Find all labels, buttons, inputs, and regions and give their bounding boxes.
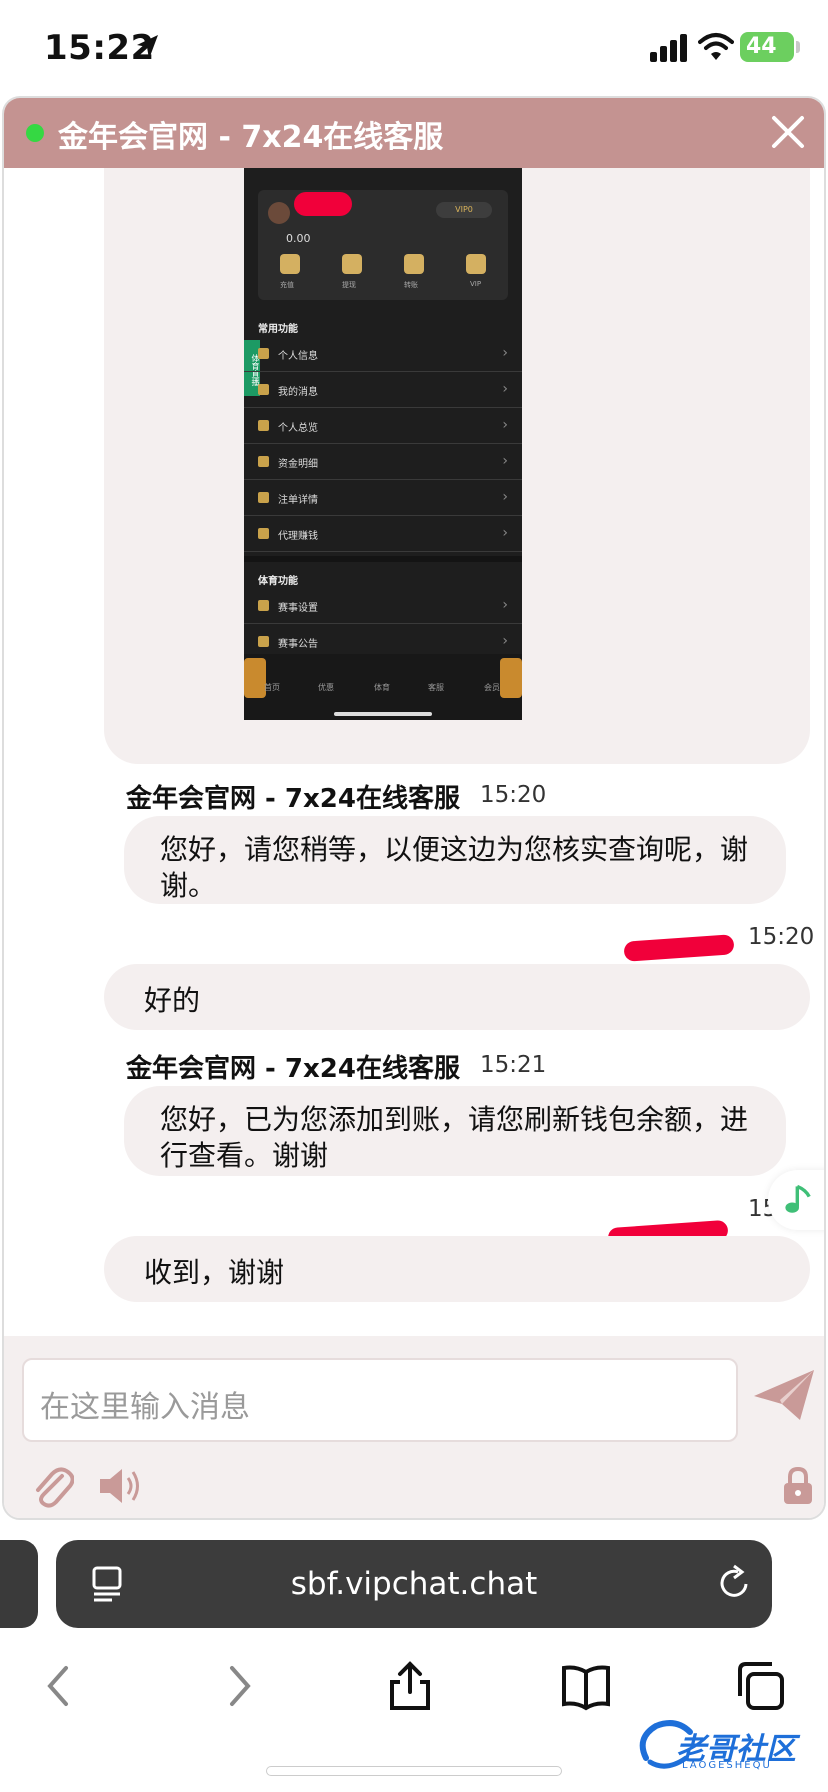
input-placeholder: 在这里输入消息: [40, 1390, 250, 1425]
message-time: 15:21: [480, 1052, 547, 1078]
user-message-bubble: 好的: [104, 964, 810, 1030]
avatar: [268, 202, 290, 224]
close-icon[interactable]: [768, 112, 808, 152]
section-title: 常用功能: [258, 324, 298, 335]
message-input[interactable]: 在这里输入消息: [22, 1358, 738, 1442]
status-bar: 15:22 44: [0, 0, 828, 96]
agent-message-bubble: 您好，请您稍等，以便这边为您核实查询呢，谢谢。: [124, 816, 786, 904]
action-label: 充值: [280, 281, 294, 289]
url-text: sbf.vipchat.chat: [290, 1566, 538, 1602]
redaction-mark: [623, 934, 735, 962]
back-icon[interactable]: [34, 1660, 86, 1712]
home-indicator: [266, 1766, 562, 1776]
account-card: VIP0 0.00 充值 提现 转账 VIP: [258, 190, 508, 300]
browser-toolbar: sbf.vipchat.chat 老哥社区 LAOGESHEQU: [0, 1522, 828, 1792]
tab-label: 体育: [374, 683, 390, 692]
agent-name: 金年会官网 - 7x24在线客服: [126, 784, 460, 814]
agent-message-bubble: 您好，已为您添加到账，请您刷新钱包余额，进行查看。谢谢: [124, 1086, 786, 1176]
action-label: 提现: [342, 281, 356, 289]
online-status-dot: [26, 124, 44, 142]
agent-name: 金年会官网 - 7x24在线客服: [126, 1054, 460, 1084]
message-composer: 在这里输入消息: [4, 1336, 824, 1518]
battery-level: 44: [746, 34, 777, 59]
redaction-mark: [294, 192, 352, 216]
divider: [244, 556, 522, 562]
menu-row: 赛事设置 ›: [244, 588, 522, 624]
deposit-icon: [280, 254, 300, 274]
share-icon[interactable]: [384, 1660, 436, 1712]
chat-window: 金年会官网 - 7x24在线客服 VIP0 0.00 充值 提现 转账 VIP …: [2, 96, 826, 1520]
attachment-icon[interactable]: [30, 1464, 74, 1508]
address-bar[interactable]: sbf.vipchat.chat: [56, 1540, 772, 1628]
bookmarks-icon[interactable]: [560, 1660, 612, 1712]
menu-row: 我的消息 ›: [244, 372, 522, 408]
tab-label: 优惠: [318, 683, 334, 692]
watermark-logo: 老哥社区 LAOGESHEQU: [636, 1718, 816, 1774]
tab-label: 会员: [484, 683, 500, 692]
menu-row: 代理赚钱 ›: [244, 516, 522, 552]
message-time: 15:20: [748, 924, 815, 950]
tabs-icon[interactable]: [734, 1660, 786, 1712]
reload-icon[interactable]: [716, 1564, 752, 1602]
forward-icon[interactable]: [212, 1660, 264, 1712]
image-message-bubble: VIP0 0.00 充值 提现 转账 VIP 体育直播 常用功能 个人信息 › 我…: [104, 168, 810, 764]
send-icon[interactable]: [752, 1366, 816, 1422]
withdraw-icon: [342, 254, 362, 274]
music-toggle-button[interactable]: [768, 1170, 824, 1230]
vip-badge: VIP0: [436, 202, 492, 218]
menu-row: 个人信息 ›: [244, 336, 522, 372]
mascot-left: [244, 658, 266, 698]
vip-icon: [466, 254, 486, 274]
action-label: 转账: [404, 281, 418, 289]
user-message-bubble: 收到，谢谢: [104, 1236, 810, 1302]
shared-screenshot[interactable]: VIP0 0.00 充值 提现 转账 VIP 体育直播 常用功能 个人信息 › 我…: [244, 168, 522, 720]
screenshot-tabbar: 首页 优惠 体育 客服 会员: [244, 654, 522, 720]
menu-row: 注单详情 ›: [244, 480, 522, 516]
message-list[interactable]: VIP0 0.00 充值 提现 转账 VIP 体育直播 常用功能 个人信息 › 我…: [4, 168, 824, 1336]
lock-icon[interactable]: [782, 1466, 814, 1506]
location-arrow-icon: [137, 35, 158, 59]
menu-row: 资金明细 ›: [244, 444, 522, 480]
wifi-icon: [698, 33, 734, 60]
mascot-right: [500, 658, 522, 698]
battery-indicator: 44: [740, 32, 794, 62]
cellular-signal-icon: [650, 34, 687, 62]
screenshot-home-indicator: [334, 712, 432, 716]
watermark-sub: LAOGESHEQU: [682, 1760, 772, 1771]
action-label: VIP: [470, 280, 482, 288]
menu-row: 个人总览 ›: [244, 408, 522, 444]
music-note-icon: [785, 1184, 811, 1213]
tab-label: 客服: [428, 683, 444, 692]
tab-label: 首页: [264, 683, 280, 692]
previous-tab-peek[interactable]: [0, 1540, 38, 1628]
chat-header: 金年会官网 - 7x24在线客服: [4, 98, 824, 168]
message-time: 15:20: [480, 782, 547, 808]
volume-icon[interactable]: [96, 1464, 144, 1508]
chat-title: 金年会官网 - 7x24在线客服: [58, 120, 444, 155]
transfer-icon: [404, 254, 424, 274]
section-title: 体育功能: [258, 576, 298, 587]
battery-tip: [796, 41, 800, 53]
balance: 0.00: [286, 232, 311, 245]
